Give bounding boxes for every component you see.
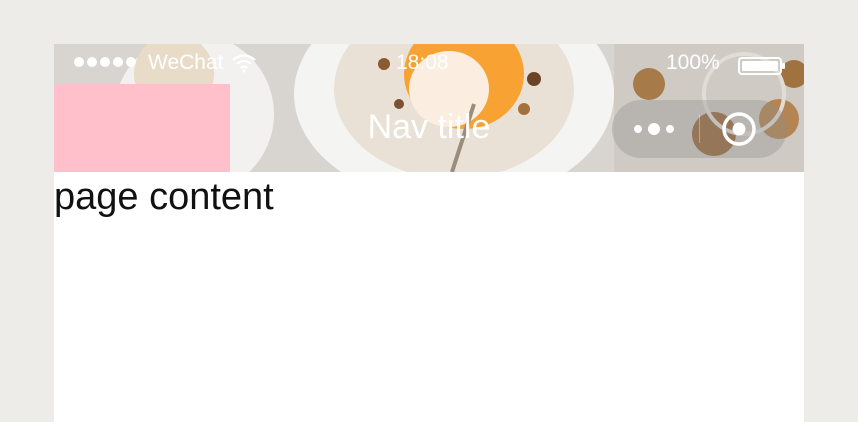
status-time: 18:08 xyxy=(396,51,449,74)
battery-icon xyxy=(738,57,785,75)
page-content: page content xyxy=(54,176,274,218)
wifi-icon xyxy=(232,54,256,73)
close-icon[interactable] xyxy=(721,111,757,147)
battery-percent: 100% xyxy=(666,51,720,74)
carrier-label: WeChat xyxy=(148,51,224,74)
menu-capsule xyxy=(612,100,787,158)
status-bar: WeChat 18:08 100% xyxy=(54,44,804,84)
nav-header: WeChat 18:08 100% Nav title xyxy=(54,44,804,172)
more-icon[interactable] xyxy=(632,120,676,138)
signal-icon xyxy=(74,57,136,67)
capsule-divider xyxy=(699,115,700,143)
phone-screen: WeChat 18:08 100% Nav title page content xyxy=(54,44,804,422)
